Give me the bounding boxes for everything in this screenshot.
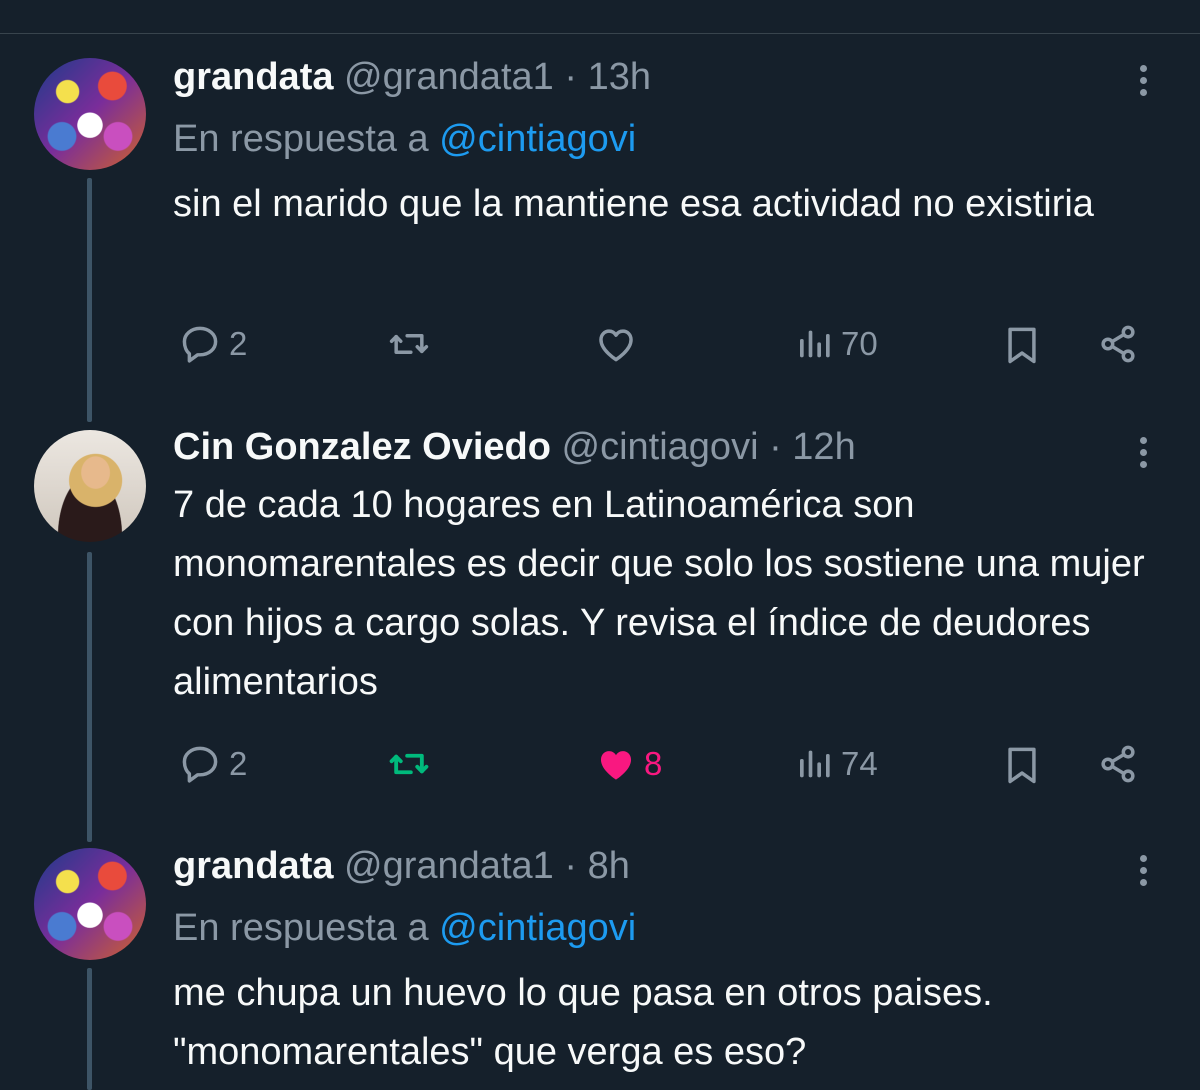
share-icon <box>1101 325 1135 363</box>
tweet-text: 7 de cada 10 hogares en Latinoamérica so… <box>173 484 1145 703</box>
user-handle[interactable]: @grandata1 <box>344 845 554 887</box>
retweet-icon <box>389 334 429 354</box>
share-icon <box>1101 745 1135 783</box>
reply-mention-link[interactable]: @cintiagovi <box>439 907 636 949</box>
tweet-text: sin el marido que la mantiene esa activi… <box>173 183 1094 225</box>
display-name[interactable]: grandata <box>173 845 333 887</box>
reply-button[interactable]: 2 <box>177 322 247 366</box>
views-button[interactable]: 74 <box>795 742 878 786</box>
like-icon <box>600 751 632 780</box>
reply-icon <box>182 326 218 363</box>
views-icon <box>800 330 830 358</box>
tweet-header: Cin Gonzalez Oviedo @cintiagovi · 12h <box>173 425 856 469</box>
separator-dot: · <box>564 56 577 98</box>
bookmark-button[interactable] <box>1000 742 1044 788</box>
like-icon <box>599 329 633 362</box>
timestamp[interactable]: 12h <box>792 426 855 468</box>
tweet-header: grandata @grandata1 · 8h <box>173 844 630 888</box>
thread-line <box>87 968 92 1090</box>
views-button[interactable]: 70 <box>795 322 878 366</box>
retweet-button[interactable] <box>384 742 434 786</box>
tweet-text: me chupa un huevo lo que pasa en otros p… <box>173 972 993 1073</box>
more-icon[interactable] <box>1128 60 1158 100</box>
tweet-actions: 2 70 <box>0 322 1200 372</box>
bookmark-icon <box>1008 327 1036 364</box>
timestamp[interactable]: 13h <box>588 56 651 98</box>
avatar[interactable] <box>34 430 146 542</box>
display-name[interactable]: grandata <box>173 56 333 98</box>
avatar[interactable] <box>34 848 146 960</box>
like-button[interactable] <box>594 322 638 366</box>
user-handle[interactable]: @grandata1 <box>344 56 554 98</box>
reply-count: 2 <box>229 325 248 362</box>
reply-count: 2 <box>229 745 248 782</box>
tweet-actions: 2 8 74 <box>0 742 1200 792</box>
reply-mention-link[interactable]: @cintiagovi <box>439 118 636 160</box>
thread-line <box>87 178 92 422</box>
views-icon <box>800 750 830 778</box>
share-button[interactable] <box>1096 322 1140 366</box>
display-name[interactable]: Cin Gonzalez Oviedo <box>173 426 551 468</box>
views-count: 74 <box>841 745 878 782</box>
share-button[interactable] <box>1096 742 1140 786</box>
tweet-header: grandata @grandata1 · 13h <box>173 55 651 99</box>
more-icon[interactable] <box>1128 850 1158 890</box>
timestamp[interactable]: 8h <box>588 845 630 887</box>
reply-context: En respuesta a @cintiagovi <box>173 117 636 161</box>
more-icon[interactable] <box>1128 432 1158 472</box>
like-count: 8 <box>644 745 663 782</box>
bookmark-icon <box>1008 747 1036 784</box>
reply-context: En respuesta a @cintiagovi <box>173 906 636 950</box>
thread-line <box>87 552 92 842</box>
avatar[interactable] <box>34 58 146 170</box>
reply-icon <box>182 746 218 783</box>
user-handle[interactable]: @cintiagovi <box>562 426 759 468</box>
separator-dot: · <box>769 426 782 468</box>
retweet-icon <box>389 753 429 775</box>
reply-prefix: En respuesta a <box>173 118 429 160</box>
separator-dot: · <box>564 845 577 887</box>
reply-prefix: En respuesta a <box>173 907 429 949</box>
reply-button[interactable]: 2 <box>177 742 247 786</box>
views-count: 70 <box>841 325 878 362</box>
bookmark-button[interactable] <box>1000 322 1044 368</box>
retweet-button[interactable] <box>384 322 434 366</box>
top-divider <box>0 33 1200 34</box>
like-button[interactable]: 8 <box>594 742 662 786</box>
